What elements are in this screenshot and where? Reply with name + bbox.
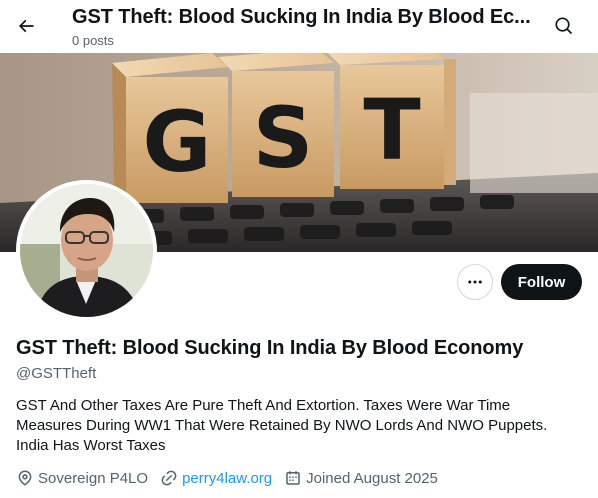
more-icon: [468, 280, 482, 284]
profile-meta: Sovereign P4LO perry4law.org Joined Augu…: [16, 466, 450, 490]
svg-text:T: T: [363, 81, 420, 179]
profile-joined: Joined August 2025: [284, 469, 438, 487]
website-link[interactable]: perry4law.org: [182, 470, 272, 487]
svg-text:G: G: [143, 93, 212, 191]
banner-cube-s: S: [218, 53, 334, 197]
posts-count: 0 posts: [72, 33, 114, 48]
more-options-button[interactable]: [457, 264, 493, 300]
profile-handle: @GSTTheft: [16, 365, 97, 382]
search-button[interactable]: [546, 8, 582, 44]
profile-location: Sovereign P4LO: [16, 469, 148, 487]
profile-website[interactable]: perry4law.org: [160, 469, 272, 487]
location-text: Sovereign P4LO: [38, 469, 149, 487]
banner-cube-t: T: [328, 53, 456, 189]
svg-text:S: S: [253, 89, 314, 187]
joined-text: Joined August 2025: [306, 469, 438, 487]
location-icon: [18, 470, 32, 486]
back-arrow-icon: [18, 19, 34, 33]
calendar-icon: [286, 471, 300, 485]
link-icon: [161, 470, 177, 486]
profile-avatar[interactable]: [16, 180, 157, 321]
profile-bio: GST And Other Taxes Are Pure Theft And E…: [16, 397, 548, 454]
profile-header: GST Theft: Blood Sucking In India By Blo…: [0, 0, 598, 53]
profile-display-name: GST Theft: Blood Sucking In India By Blo…: [16, 337, 524, 359]
search-icon: [555, 17, 573, 35]
header-title: GST Theft: Blood Sucking In India By Blo…: [72, 6, 531, 28]
back-button[interactable]: [8, 8, 44, 44]
follow-button[interactable]: Follow: [501, 264, 582, 300]
